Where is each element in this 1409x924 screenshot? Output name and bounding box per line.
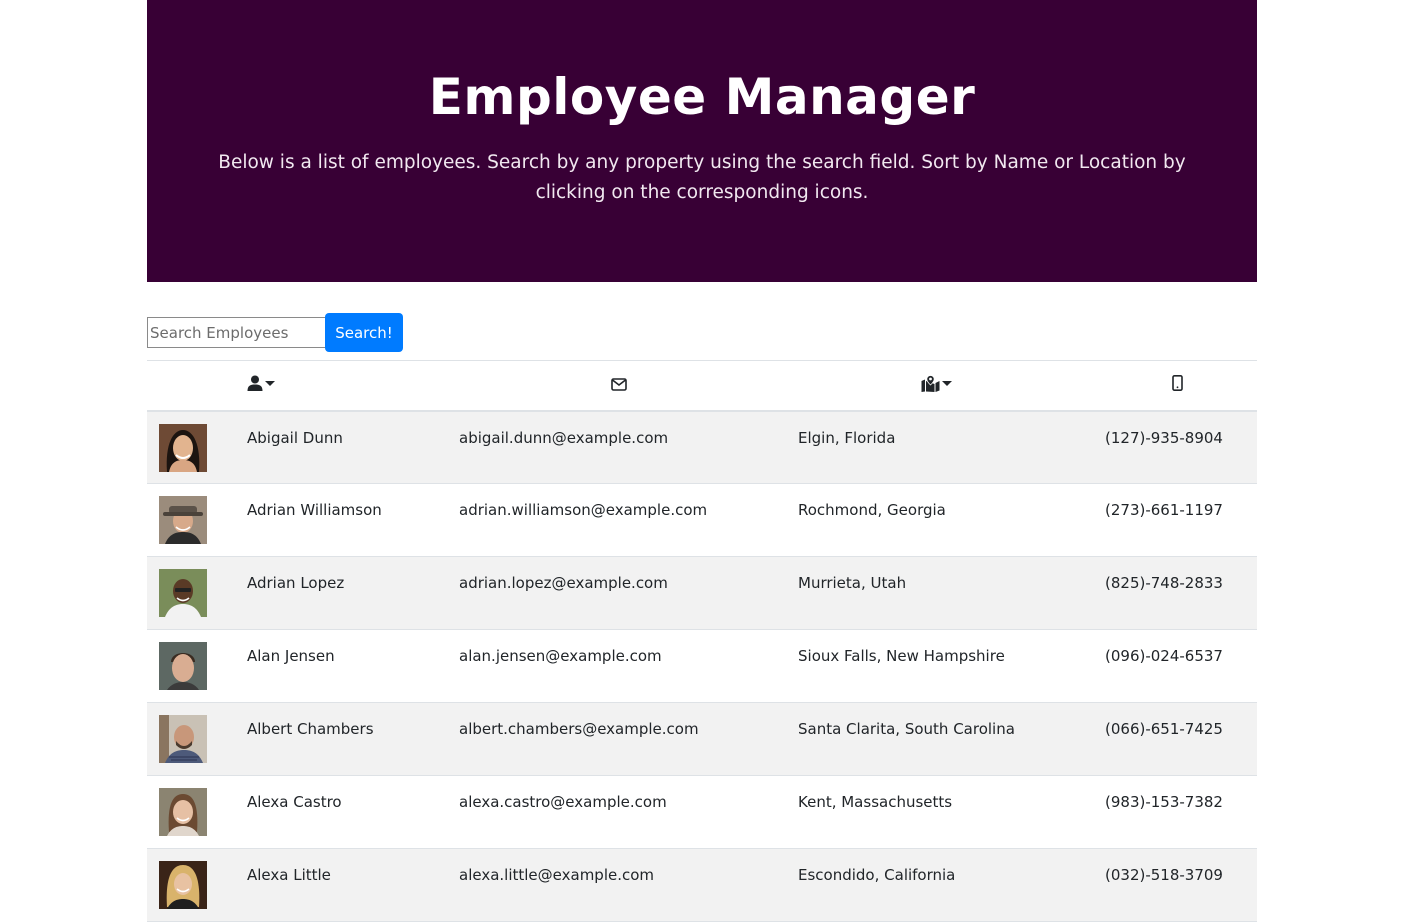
avatar-cell [147, 776, 247, 849]
table-row: Adrian Williamson adrian.williamson@exam… [147, 484, 1257, 557]
table-row: Alexa Castro alexa.castro@example.com Ke… [147, 776, 1257, 849]
search-input[interactable] [147, 317, 325, 348]
employee-phone: (096)-024-6537 [1105, 647, 1223, 665]
employee-name: Adrian Lopez [247, 574, 345, 592]
employee-location: Rochmond, Georgia [798, 501, 946, 519]
sort-name-control[interactable] [247, 375, 275, 392]
header-banner: Employee Manager Below is a list of empl… [147, 0, 1257, 282]
user-icon [247, 375, 263, 392]
envelope-icon [610, 377, 627, 391]
page-title: Employee Manager [428, 68, 976, 126]
employee-phone: (127)-935-8904 [1105, 428, 1223, 447]
table-header [147, 360, 1257, 411]
employee-location: Elgin, Florida [798, 428, 896, 447]
search-form: Search! [147, 313, 403, 352]
email-header [459, 361, 798, 411]
employee-phone: (273)-661-1197 [1105, 501, 1223, 519]
table-body: Abigail Dunn abigail.dunn@example.com El… [147, 410, 1257, 922]
page-container: Employee Manager Below is a list of empl… [147, 0, 1257, 922]
avatar-cell [147, 557, 247, 630]
employee-location: Santa Clarita, South Carolina [798, 720, 1015, 738]
employee-name: Alexa Little [247, 866, 331, 884]
employee-location: Escondido, California [798, 866, 956, 884]
avatar [159, 569, 207, 617]
chevron-down-icon [942, 380, 952, 386]
avatar [159, 788, 207, 836]
chevron-down-icon [265, 380, 275, 386]
employee-phone: (825)-748-2833 [1105, 574, 1223, 592]
employee-phone: (983)-153-7382 [1105, 793, 1223, 811]
table-row: Alan Jensen alan.jensen@example.com Siou… [147, 630, 1257, 703]
avatar-cell [147, 411, 247, 484]
employee-name: Adrian Williamson [247, 501, 382, 519]
employee-email: alan.jensen@example.com [459, 647, 662, 665]
header-image-cell [147, 361, 247, 411]
avatar-cell [147, 849, 247, 922]
sort-by-name-header[interactable] [247, 361, 459, 411]
table-row: Adrian Lopez adrian.lopez@example.com Mu… [147, 556, 1257, 630]
avatar-cell [147, 630, 247, 703]
employee-email: alexa.little@example.com [459, 866, 655, 884]
employee-name: Abigail Dunn [247, 428, 343, 447]
avatar [159, 642, 207, 690]
avatar [159, 496, 207, 544]
employee-phone: (066)-651-7425 [1105, 720, 1223, 738]
employee-phone: (032)-518-3709 [1105, 866, 1223, 884]
avatar-cell [147, 703, 247, 776]
employee-location: Kent, Massachusetts [798, 793, 953, 811]
employee-email: abigail.dunn@example.com [459, 428, 669, 447]
employee-email: albert.chambers@example.com [459, 720, 699, 738]
employee-name: Alan Jensen [247, 647, 335, 665]
phone-header [1105, 361, 1257, 411]
employee-email: adrian.lopez@example.com [459, 574, 668, 592]
employee-email: alexa.castro@example.com [459, 793, 667, 811]
table-header-row [147, 360, 1257, 411]
employee-location: Sioux Falls, New Hampshire [798, 647, 1005, 665]
employee-table: Abigail Dunn abigail.dunn@example.com El… [147, 360, 1257, 922]
table-row: Abigail Dunn abigail.dunn@example.com El… [147, 410, 1257, 484]
page-subtitle: Below is a list of employees. Search by … [218, 152, 1186, 203]
mobile-phone-icon [1171, 375, 1183, 392]
search-button[interactable]: Search! [325, 313, 403, 352]
table-row: Albert Chambers albert.chambers@example.… [147, 702, 1257, 776]
employee-email: adrian.williamson@example.com [459, 501, 708, 519]
employee-location: Murrieta, Utah [798, 574, 907, 592]
map-marker-icon [921, 374, 940, 392]
sort-location-control[interactable] [921, 374, 952, 392]
avatar-cell [147, 484, 247, 557]
avatar [159, 715, 207, 763]
employee-name: Albert Chambers [247, 720, 374, 738]
table-row: Alexa Little alexa.little@example.com Es… [147, 848, 1257, 922]
employee-name: Alexa Castro [247, 793, 342, 811]
avatar [159, 423, 207, 472]
avatar [159, 861, 207, 909]
sort-by-location-header[interactable] [798, 361, 1105, 411]
